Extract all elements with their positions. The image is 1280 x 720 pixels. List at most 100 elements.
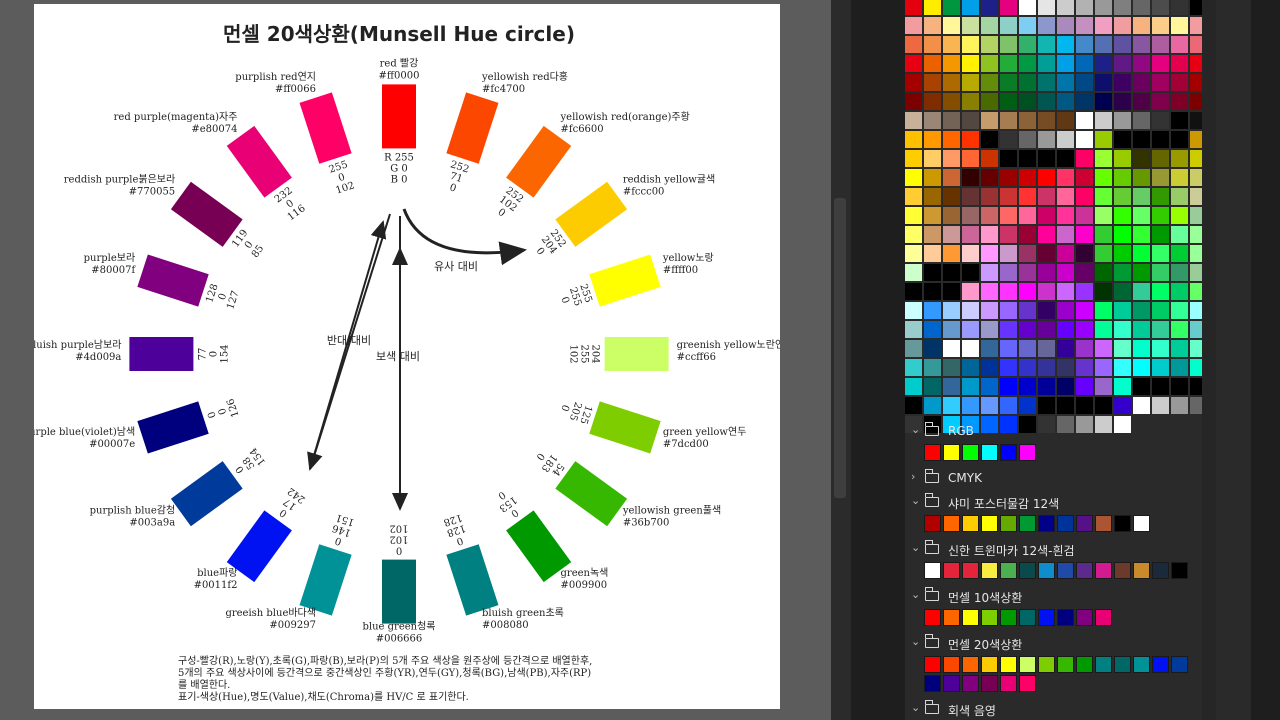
swatch[interactable] (1057, 17, 1074, 34)
swatch[interactable] (1000, 150, 1017, 167)
swatch[interactable] (1114, 207, 1131, 224)
swatch[interactable] (924, 131, 941, 148)
swatch[interactable] (924, 207, 941, 224)
swatch[interactable] (1019, 17, 1036, 34)
swatch[interactable] (1076, 321, 1093, 338)
swatch[interactable] (1019, 675, 1036, 692)
swatch[interactable] (1114, 150, 1131, 167)
swatch[interactable] (1171, 245, 1188, 262)
swatch[interactable] (1095, 150, 1112, 167)
swatch[interactable] (1133, 397, 1150, 414)
swatch[interactable] (905, 359, 922, 376)
swatch[interactable] (1095, 74, 1112, 91)
swatch[interactable] (981, 226, 998, 243)
swatch[interactable] (1171, 131, 1188, 148)
swatch[interactable] (1133, 302, 1150, 319)
swatch[interactable] (962, 93, 979, 110)
swatch[interactable] (981, 515, 998, 532)
swatch[interactable] (1019, 0, 1036, 15)
swatch[interactable] (1171, 207, 1188, 224)
swatch[interactable] (1019, 283, 1036, 300)
swatch[interactable] (1171, 93, 1188, 110)
swatch[interactable] (924, 444, 941, 461)
swatch[interactable] (905, 245, 922, 262)
swatch[interactable] (1038, 207, 1055, 224)
swatch[interactable] (1133, 0, 1150, 15)
swatch[interactable] (1171, 378, 1188, 395)
swatch[interactable] (943, 302, 960, 319)
swatch[interactable] (924, 302, 941, 319)
swatch[interactable] (1152, 378, 1169, 395)
swatch[interactable] (981, 609, 998, 626)
swatch[interactable] (943, 36, 960, 53)
swatch[interactable] (1114, 321, 1131, 338)
swatch[interactable] (981, 0, 998, 15)
swatch[interactable] (1076, 36, 1093, 53)
swatch[interactable] (1038, 226, 1055, 243)
swatch[interactable] (905, 112, 922, 129)
swatch[interactable] (905, 340, 922, 357)
swatch[interactable] (1171, 17, 1188, 34)
swatch[interactable] (1152, 283, 1169, 300)
swatch[interactable] (1000, 321, 1017, 338)
swatch[interactable] (1171, 169, 1188, 186)
swatch[interactable] (1000, 112, 1017, 129)
swatch[interactable] (1057, 93, 1074, 110)
chevron-down-icon[interactable]: ⌄ (911, 635, 920, 648)
swatches-scrollbar[interactable] (1202, 0, 1216, 720)
swatch[interactable] (1133, 283, 1150, 300)
swatch[interactable] (1057, 302, 1074, 319)
swatch[interactable] (1057, 245, 1074, 262)
swatch[interactable] (924, 0, 941, 15)
swatch[interactable] (1171, 656, 1188, 673)
swatch[interactable] (962, 112, 979, 129)
swatch[interactable] (1114, 656, 1131, 673)
swatch[interactable] (1152, 93, 1169, 110)
swatch[interactable] (1038, 656, 1055, 673)
swatch[interactable] (962, 609, 979, 626)
swatch[interactable] (981, 378, 998, 395)
swatch[interactable] (1095, 207, 1112, 224)
swatch[interactable] (1114, 562, 1131, 579)
swatch[interactable] (981, 188, 998, 205)
swatch[interactable] (1095, 378, 1112, 395)
swatch[interactable] (962, 283, 979, 300)
swatch[interactable] (1133, 378, 1150, 395)
swatch[interactable] (1152, 656, 1169, 673)
swatch[interactable] (1076, 0, 1093, 15)
swatch[interactable] (1000, 207, 1017, 224)
swatch[interactable] (1000, 283, 1017, 300)
swatch[interactable] (1114, 93, 1131, 110)
swatch[interactable] (1076, 188, 1093, 205)
swatch[interactable] (981, 264, 998, 281)
swatch[interactable] (1019, 55, 1036, 72)
swatch[interactable] (1076, 226, 1093, 243)
swatch[interactable] (924, 36, 941, 53)
swatch[interactable] (1095, 226, 1112, 243)
swatch[interactable] (1076, 245, 1093, 262)
swatch[interactable] (1095, 131, 1112, 148)
swatch[interactable] (1095, 656, 1112, 673)
swatch[interactable] (1019, 609, 1036, 626)
swatch[interactable] (981, 562, 998, 579)
swatch[interactable] (1057, 378, 1074, 395)
swatch[interactable] (905, 226, 922, 243)
swatch[interactable] (1076, 397, 1093, 414)
swatch[interactable] (1000, 226, 1017, 243)
swatch[interactable] (1095, 264, 1112, 281)
swatch[interactable] (1000, 675, 1017, 692)
swatch[interactable] (1133, 245, 1150, 262)
swatch[interactable] (962, 207, 979, 224)
swatch[interactable] (1152, 321, 1169, 338)
swatch[interactable] (1000, 359, 1017, 376)
swatch[interactable] (1000, 55, 1017, 72)
swatch[interactable] (1152, 36, 1169, 53)
swatch[interactable] (905, 207, 922, 224)
swatch[interactable] (943, 112, 960, 129)
swatch[interactable] (1000, 74, 1017, 91)
swatch[interactable] (905, 188, 922, 205)
swatch[interactable] (924, 321, 941, 338)
swatch[interactable] (943, 55, 960, 72)
swatch[interactable] (962, 321, 979, 338)
swatch[interactable] (1038, 609, 1055, 626)
